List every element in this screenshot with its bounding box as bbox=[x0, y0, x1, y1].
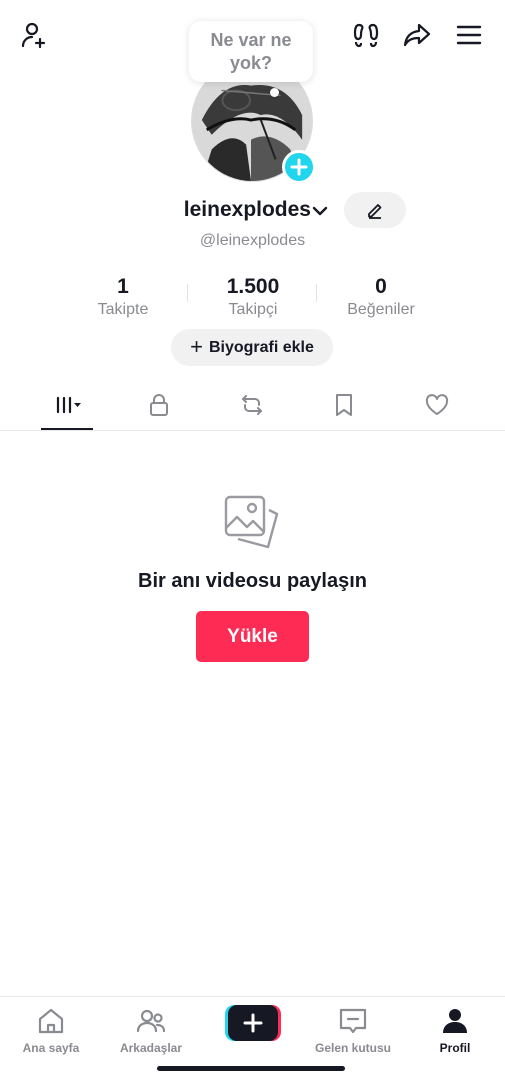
tab-reposts[interactable] bbox=[222, 383, 282, 427]
status-bubble-text: Ne var ne yok? bbox=[210, 29, 292, 73]
menu-icon[interactable] bbox=[452, 18, 486, 52]
plus-icon: + bbox=[190, 333, 203, 359]
username-row: leinexplodes bbox=[0, 190, 505, 232]
nav-label: Ana sayfa bbox=[22, 1041, 80, 1055]
empty-state-title: Bir anı videosu paylaşın bbox=[138, 570, 367, 592]
username[interactable]: leinexplodes bbox=[184, 198, 311, 222]
profile-stats: 1 Takipte 1.500 Takipçi 0 Beğeniler bbox=[0, 274, 505, 324]
stat-value: 1 bbox=[117, 275, 129, 298]
nav-home[interactable]: Ana sayfa bbox=[1, 1005, 101, 1055]
repost-icon bbox=[242, 395, 262, 415]
home-indicator bbox=[157, 1066, 345, 1071]
create-plus-icon[interactable] bbox=[225, 1005, 281, 1041]
user-handle: @leinexplodes bbox=[199, 232, 306, 249]
heart-icon bbox=[425, 394, 449, 415]
status-bubble[interactable]: Ne var ne yok? bbox=[189, 21, 313, 82]
tab-favorites[interactable] bbox=[314, 383, 374, 427]
tab-private[interactable] bbox=[129, 383, 189, 427]
active-tab-indicator bbox=[41, 428, 93, 430]
nav-friends[interactable]: Arkadaşlar bbox=[101, 1005, 201, 1055]
videos-grid-icon bbox=[56, 396, 81, 414]
add-friend-icon[interactable] bbox=[18, 18, 52, 52]
home-icon bbox=[38, 1008, 64, 1034]
nav-profile[interactable]: Profil bbox=[405, 1005, 505, 1055]
upload-button[interactable]: Yükle bbox=[196, 611, 309, 662]
nav-inbox[interactable]: Gelen kutusu bbox=[303, 1005, 403, 1055]
stat-followers[interactable]: 1.500 Takipçi bbox=[193, 274, 313, 320]
stat-following[interactable]: 1 Takipte bbox=[63, 274, 183, 320]
pencil-icon bbox=[368, 204, 382, 219]
stat-divider bbox=[316, 284, 317, 302]
status-bubble-tail bbox=[270, 88, 279, 97]
stat-likes[interactable]: 0 Beğeniler bbox=[321, 274, 441, 320]
inbox-icon bbox=[339, 1008, 367, 1034]
edit-profile-button[interactable] bbox=[344, 192, 406, 228]
stat-label: Takipçi bbox=[228, 301, 278, 318]
stat-label: Takipte bbox=[97, 301, 149, 318]
stat-value: 1.500 bbox=[226, 275, 280, 298]
tab-liked[interactable] bbox=[407, 383, 467, 427]
stat-divider bbox=[187, 284, 188, 302]
content-tabs bbox=[0, 383, 505, 431]
share-icon[interactable] bbox=[400, 18, 434, 52]
nav-label: Gelen kutusu bbox=[314, 1041, 391, 1055]
footprints-icon[interactable] bbox=[349, 18, 383, 52]
bookmark-icon bbox=[336, 394, 352, 416]
add-bio-label: Biyografi ekle bbox=[208, 338, 314, 356]
stat-label: Beğeniler bbox=[347, 301, 415, 318]
add-avatar-plus-icon[interactable] bbox=[282, 150, 316, 184]
add-bio-button[interactable]: + Biyografi ekle bbox=[171, 329, 333, 366]
tab-videos[interactable] bbox=[37, 383, 97, 427]
chevron-down-icon[interactable] bbox=[311, 204, 329, 218]
stat-value: 0 bbox=[375, 275, 387, 298]
nav-label: Profil bbox=[439, 1041, 471, 1055]
friends-icon bbox=[136, 1009, 166, 1033]
photo-icon bbox=[224, 495, 279, 549]
nav-label: Arkadaşlar bbox=[119, 1041, 183, 1055]
lock-icon bbox=[150, 394, 168, 416]
profile-icon bbox=[443, 1009, 467, 1033]
